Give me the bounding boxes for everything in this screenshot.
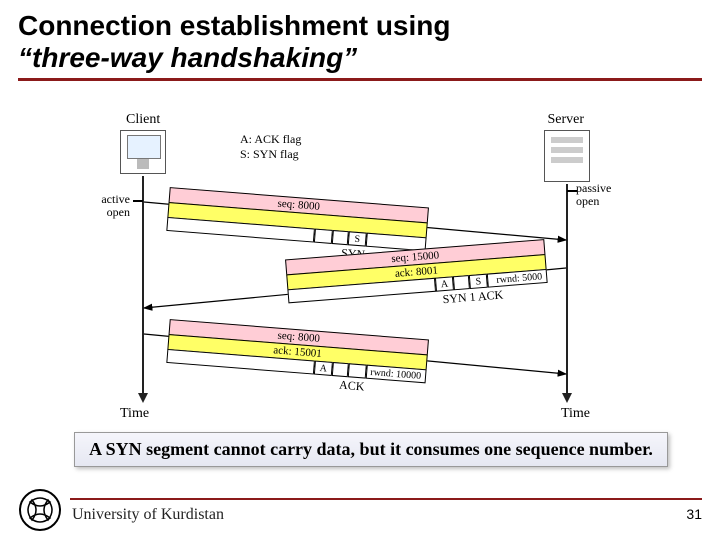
footer-org: University of Kurdistan [72, 506, 224, 524]
client-timeline-arrowhead [138, 393, 148, 403]
legend-syn: S: SYN flag [240, 147, 301, 162]
client-timeline [142, 176, 144, 394]
legend: A: ACK flag S: SYN flag [240, 132, 301, 162]
server-label: Server [547, 112, 584, 128]
note-box: A SYN segment cannot carry data, but it … [74, 432, 668, 467]
title-line-1: Connection establishment using [18, 10, 702, 42]
ack-caption: ACK [339, 378, 365, 395]
segment-syn: seq: 8000 S SYN [166, 188, 429, 251]
passive-open-label: passive open [576, 182, 620, 207]
time-label-right: Time [561, 406, 590, 422]
server-timeline-arrowhead [562, 393, 572, 403]
title-line-2: “three-way handshaking” [18, 42, 702, 74]
segment-ack: seq: 8000 ack: 15001 A rwnd: 10000 ACK [166, 320, 429, 383]
handshake-diagram: Client Server A: ACK flag S: SYN flag ac… [90, 110, 620, 420]
footer-rule [70, 498, 702, 500]
time-label-left: Time [120, 406, 149, 422]
server-timeline [566, 184, 568, 394]
title-underline [18, 78, 702, 81]
page-number: 31 [686, 506, 702, 522]
client-label: Client [126, 112, 160, 128]
legend-ack: A: ACK flag [240, 132, 301, 147]
slide-title: Connection establishment using “three-wa… [18, 10, 702, 81]
segment-synack: seq: 15000 ack: 8001 A S rwnd: 5000 SYN … [285, 240, 548, 303]
note-text: A SYN segment cannot carry data, but it … [89, 439, 653, 459]
uok-logo [18, 488, 62, 532]
active-open-label: active open [90, 193, 130, 218]
client-tick-active-open [133, 200, 143, 202]
client-icon [120, 130, 166, 174]
server-icon [544, 130, 590, 182]
